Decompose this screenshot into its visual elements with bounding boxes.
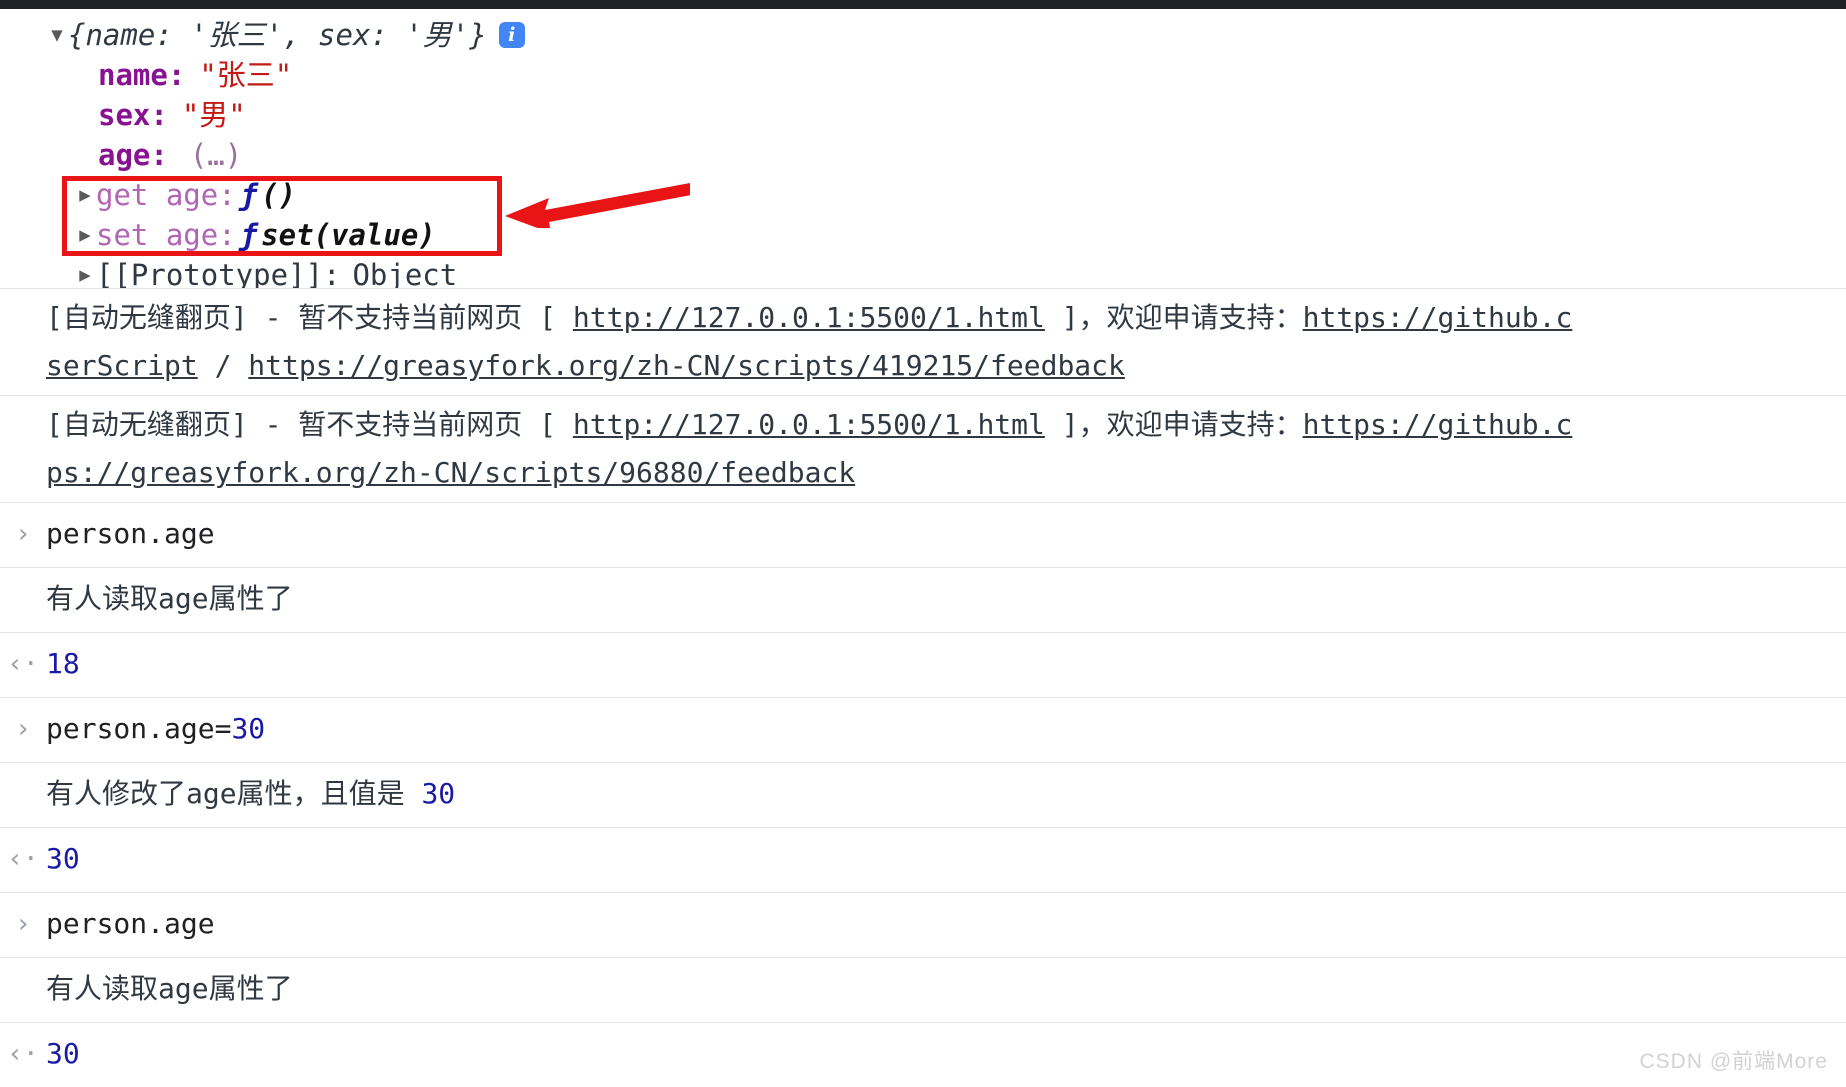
console-expression[interactable]: person.age [46, 509, 1846, 559]
message-middle: ]，欢迎申请支持： [1044, 301, 1303, 334]
console-result-value: 30 [46, 1037, 80, 1070]
property-key: name: [98, 58, 186, 92]
message-prefix: [自动无缝翻页] - 暂不支持当前网页 [ [46, 301, 573, 334]
console-input-row[interactable]: › person.age=30 [0, 697, 1846, 762]
property-value: "男" [181, 98, 246, 132]
output-prompt-icon: ‹· [7, 1039, 39, 1069]
console-log-text: 有人读取age属性了 [46, 582, 293, 615]
console-output-row: ‹· 30 [0, 1022, 1846, 1087]
expression-code: person.age= [46, 712, 232, 745]
userscript-link-tail[interactable]: serScript [46, 349, 198, 382]
property-row-age[interactable]: age: (…) [0, 135, 1846, 175]
console-log-row: 有人读取age属性了 [0, 957, 1846, 1022]
object-preview-row[interactable]: {name: '张三', sex: '男'} i [0, 15, 1846, 55]
console-output-row: ‹· 30 [0, 827, 1846, 892]
property-key: sex: [98, 98, 168, 132]
accessor-row-get-age[interactable]: get age: ƒ () [0, 175, 1846, 215]
console-rows: [自动无缝翻页] - 暂不支持当前网页 [ http://127.0.0.1:5… [0, 288, 1846, 1087]
function-signature: set(value) [261, 218, 436, 252]
output-prompt-icon: ‹· [7, 649, 39, 679]
expand-toggle-icon[interactable] [46, 15, 68, 55]
message-middle: ]，欢迎申请支持： [1044, 408, 1303, 441]
property-value: "张三" [199, 58, 293, 92]
function-glyph-icon: ƒ [239, 178, 258, 212]
function-signature: () [261, 178, 297, 212]
message-prefix: [自动无缝翻页] - 暂不支持当前网页 [ [46, 408, 573, 441]
accessor-label: get age: [96, 178, 236, 212]
github-link[interactable]: https://github.c [1303, 408, 1573, 441]
console-input-row[interactable]: › person.age [0, 892, 1846, 957]
console-expression[interactable]: person.age [46, 899, 1846, 949]
input-prompt-icon: › [15, 519, 31, 549]
input-prompt-icon: › [15, 714, 31, 744]
console-log-text: 有人修改了age属性，且值是 30 [46, 769, 1846, 819]
browser-chrome-strip [0, 0, 1846, 9]
console-result-value: 30 [46, 842, 80, 875]
console-output-row: ‹· 18 [0, 632, 1846, 697]
console-message-row[interactable]: [自动无缝翻页] - 暂不支持当前网页 [ http://127.0.0.1:5… [0, 288, 1846, 395]
page-url-link[interactable]: http://127.0.0.1:5500/1.html [573, 301, 1045, 334]
link-separator: / [197, 349, 249, 382]
greasyfork-feedback-link[interactable]: ps://greasyfork.org/zh-CN/scripts/96880/… [46, 456, 855, 489]
property-value-unevaluated[interactable]: (…) [190, 135, 242, 175]
console-log-text: 有人读取age属性了 [46, 972, 293, 1005]
console-log-row: 有人读取age属性了 [0, 567, 1846, 632]
accessor-row-set-age[interactable]: set age: ƒ set(value) [0, 215, 1846, 255]
console-result-value: 18 [46, 647, 80, 680]
function-glyph-icon: ƒ [239, 218, 258, 252]
expression-number: 30 [231, 712, 266, 745]
info-icon[interactable]: i [498, 22, 525, 48]
page-url-link[interactable]: http://127.0.0.1:5500/1.html [573, 408, 1045, 441]
console-message-row[interactable]: [自动无缝翻页] - 暂不支持当前网页 [ http://127.0.0.1:5… [0, 395, 1846, 502]
greasyfork-feedback-link[interactable]: https://greasyfork.org/zh-CN/scripts/419… [248, 349, 1125, 382]
log-number-part: 30 [421, 777, 456, 810]
watermark: CSDN @前端More [1639, 1050, 1828, 1073]
object-preview-text: {name: '张三', sex: '男'} [68, 18, 487, 52]
property-row-name: name: "张三" [0, 55, 1846, 95]
console-panel: {name: '张三', sex: '男'} i name: "张三" sex:… [0, 0, 1846, 1087]
github-link[interactable]: https://github.c [1303, 301, 1573, 334]
console-log-row: 有人修改了age属性，且值是 30 [0, 762, 1846, 827]
object-inspector: {name: '张三', sex: '男'} i name: "张三" sex:… [0, 9, 1846, 295]
output-prompt-icon: ‹· [7, 844, 39, 874]
accessor-label: set age: [96, 218, 236, 252]
expand-toggle-icon[interactable] [74, 215, 96, 255]
console-expression[interactable]: person.age=30 [46, 704, 1846, 754]
console-input-row[interactable]: › person.age [0, 502, 1846, 567]
input-prompt-icon: › [15, 909, 31, 939]
expand-toggle-icon[interactable] [74, 175, 96, 215]
log-text-part: 有人修改了age属性，且值是 [46, 777, 422, 810]
property-key: age: [98, 138, 168, 172]
property-row-sex: sex: "男" [0, 95, 1846, 135]
